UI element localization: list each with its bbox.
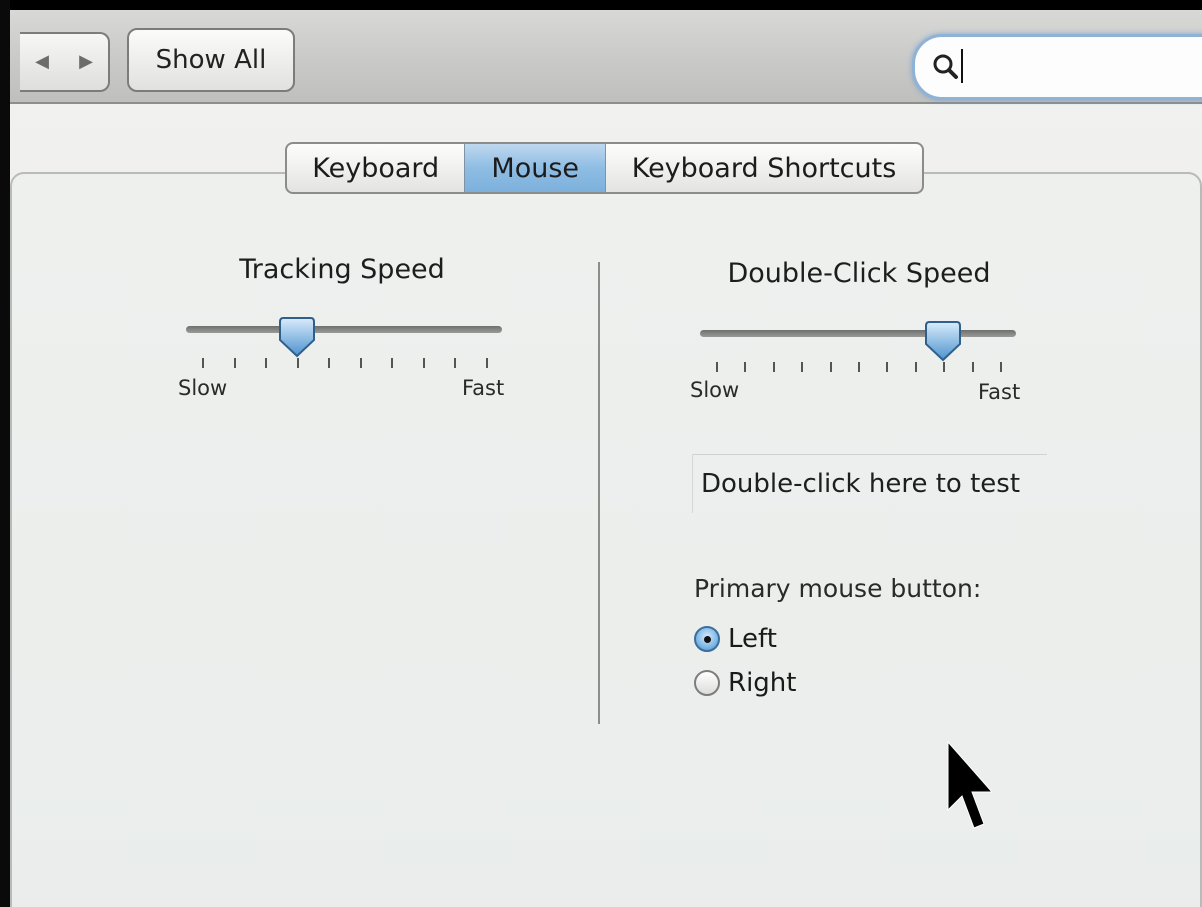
tracking-fast-label: Fast	[462, 376, 505, 400]
slider-tick	[359, 358, 362, 368]
double-click-speed-track[interactable]	[700, 330, 1016, 337]
tab-keyboard-shortcuts[interactable]: Keyboard Shortcuts	[606, 144, 922, 192]
toolbar: ◀ ▶ Show All	[10, 10, 1202, 104]
slider-tick	[772, 362, 775, 372]
photo-border-top	[0, 0, 1202, 10]
slider-tick	[829, 362, 832, 372]
double-click-speed-ticks	[700, 362, 1016, 374]
radio-left[interactable]	[694, 626, 720, 652]
tracking-speed-slider-thumb[interactable]	[277, 314, 317, 360]
slider-tick	[486, 358, 488, 368]
slider-tick	[801, 362, 804, 372]
slider-tick	[886, 362, 889, 372]
double-click-fast-label: Fast	[978, 380, 1021, 404]
double-click-speed-slider-thumb[interactable]	[923, 318, 963, 364]
double-click-speed-title: Double-Click Speed	[727, 258, 991, 289]
tab-keyboard[interactable]: Keyboard	[287, 144, 464, 192]
slider-tick	[744, 362, 747, 372]
primary-mouse-button-label: Primary mouse button:	[694, 574, 982, 603]
slider-tick	[858, 362, 860, 372]
double-click-test-area[interactable]: Double-click here to test	[692, 454, 1047, 513]
tab-panel	[10, 172, 1202, 907]
forward-arrow-icon[interactable]: ▶	[79, 53, 93, 71]
slider-tick	[716, 362, 718, 372]
double-click-test-text: Double-click here to test	[701, 469, 1021, 499]
photo-border-left	[0, 0, 10, 907]
slider-tick	[971, 362, 974, 372]
show-all-button[interactable]: Show All	[127, 28, 295, 92]
slider-tick	[391, 358, 394, 368]
slider-tick	[233, 358, 236, 368]
search-field[interactable]	[912, 34, 1202, 100]
double-click-slow-label: Slow	[690, 378, 740, 402]
slider-tick	[914, 362, 917, 372]
slider-tick	[1000, 362, 1002, 372]
tab-bar: Keyboard Mouse Keyboard Shortcuts	[285, 142, 924, 194]
mouse-pointer-icon	[947, 740, 994, 829]
section-divider	[598, 262, 600, 724]
tracking-speed-ticks	[186, 358, 502, 370]
back-forward-control[interactable]: ◀ ▶	[20, 32, 110, 92]
tracking-speed-title: Tracking Speed	[239, 254, 445, 285]
tracking-speed-track[interactable]	[186, 326, 502, 333]
text-caret	[961, 49, 963, 83]
slider-tick	[454, 358, 457, 368]
radio-right[interactable]	[694, 670, 720, 696]
slider-tick	[328, 358, 331, 368]
slider-tick	[422, 358, 425, 368]
search-icon	[933, 54, 958, 79]
radio-option-right[interactable]: Right	[694, 668, 796, 698]
radio-right-label: Right	[728, 668, 797, 698]
slider-tick	[202, 358, 204, 368]
radio-left-label: Left	[728, 624, 777, 654]
tab-mouse[interactable]: Mouse	[464, 144, 606, 192]
preferences-window: ◀ ▶ Show All Keyboard Mouse Keyboard Sho…	[0, 0, 1202, 907]
radio-option-left[interactable]: Left	[694, 624, 777, 654]
back-arrow-icon[interactable]: ◀	[35, 53, 49, 71]
slider-tick	[265, 358, 268, 368]
tracking-slow-label: Slow	[178, 376, 228, 400]
